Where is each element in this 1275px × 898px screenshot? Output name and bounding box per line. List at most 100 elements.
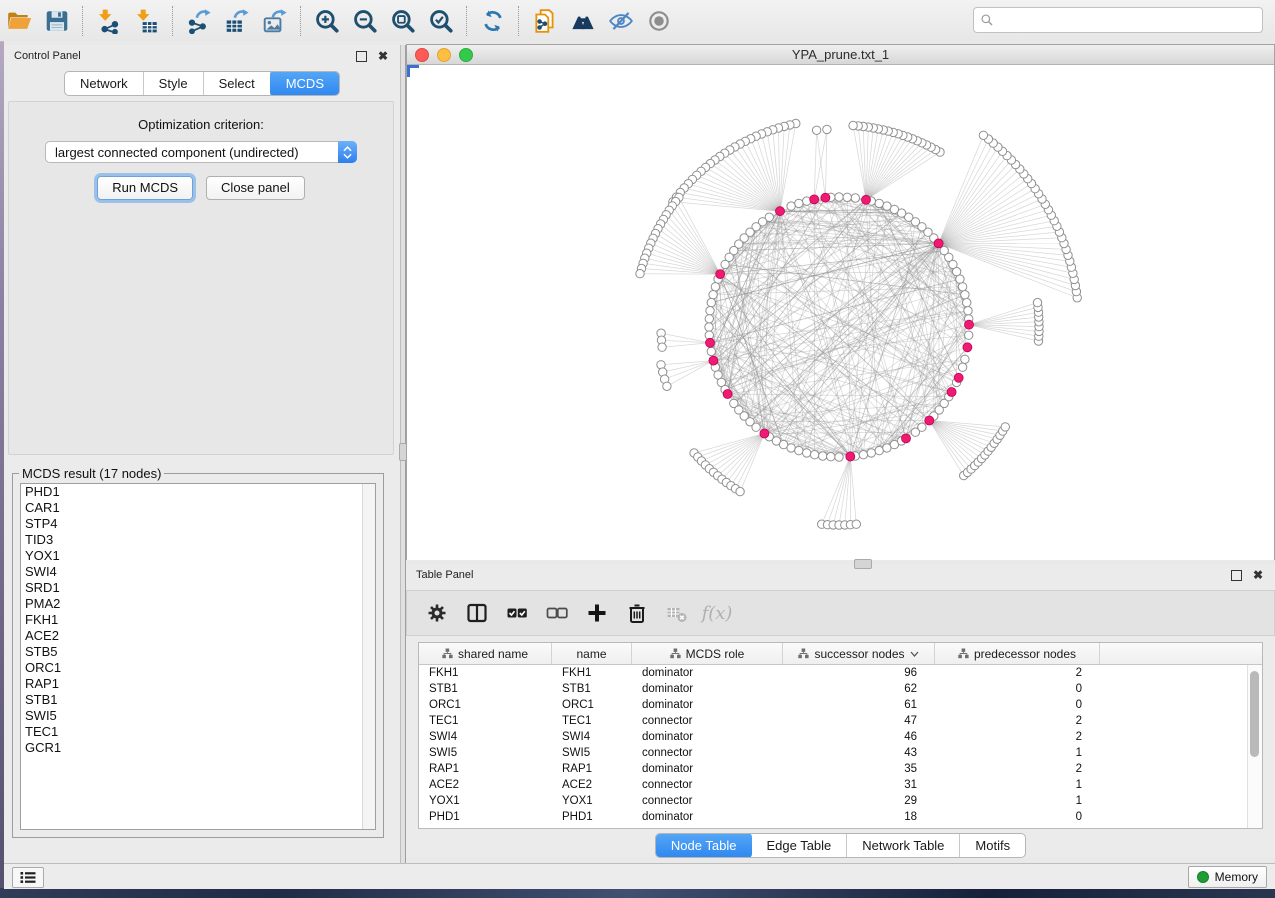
- select-all-rows-icon[interactable]: [505, 601, 529, 625]
- table-cell[interactable]: YOX1: [419, 795, 552, 807]
- table-cell[interactable]: SWI4: [552, 731, 632, 743]
- table-tab-network-table[interactable]: Network Table: [847, 834, 960, 857]
- task-history-button[interactable]: [12, 867, 44, 888]
- table-tab-edge-table[interactable]: Edge Table: [751, 834, 847, 857]
- table-cell[interactable]: FKH1: [419, 667, 552, 679]
- table-cell[interactable]: RAP1: [552, 763, 632, 775]
- table-cell[interactable]: PHD1: [552, 811, 632, 823]
- table-cell[interactable]: 61: [783, 699, 935, 711]
- table-cell[interactable]: 62: [783, 683, 935, 695]
- save-session-icon[interactable]: [40, 4, 74, 38]
- mcds-result-item[interactable]: PHD1: [21, 484, 375, 500]
- table-tab-node-table[interactable]: Node Table: [655, 833, 753, 858]
- table-cell[interactable]: dominator: [632, 699, 783, 711]
- table-cell[interactable]: 29: [783, 795, 935, 807]
- import-table-icon[interactable]: [130, 4, 164, 38]
- table-cell[interactable]: connector: [632, 779, 783, 791]
- zoom-fit-icon[interactable]: [386, 4, 420, 38]
- table-row[interactable]: FKH1FKH1dominator962: [419, 665, 1262, 681]
- export-table-icon[interactable]: [220, 4, 254, 38]
- export-network-icon[interactable]: [182, 4, 216, 38]
- close-panel-icon[interactable]: ✖: [376, 49, 390, 63]
- table-cell[interactable]: FKH1: [552, 667, 632, 679]
- unselect-all-rows-icon[interactable]: [545, 601, 569, 625]
- table-cell[interactable]: connector: [632, 747, 783, 759]
- open-file-icon[interactable]: [2, 4, 36, 38]
- float-panel-icon[interactable]: [354, 49, 368, 63]
- mcds-result-item[interactable]: STB1: [21, 692, 375, 708]
- tab-select[interactable]: Select: [204, 72, 271, 95]
- tab-style[interactable]: Style: [144, 72, 204, 95]
- table-cell[interactable]: connector: [632, 715, 783, 727]
- mcds-result-item[interactable]: STP4: [21, 516, 375, 532]
- mcds-result-item[interactable]: SRD1: [21, 580, 375, 596]
- table-cell[interactable]: dominator: [632, 811, 783, 823]
- mcds-result-item[interactable]: RAP1: [21, 676, 375, 692]
- zoom-out-icon[interactable]: [348, 4, 382, 38]
- table-cell[interactable]: 96: [783, 667, 935, 679]
- table-cell[interactable]: 43: [783, 747, 935, 759]
- table-row[interactable]: SWI5SWI5connector431: [419, 745, 1262, 761]
- column-header-name[interactable]: name: [552, 643, 632, 664]
- import-network-icon[interactable]: [92, 4, 126, 38]
- table-row[interactable]: ACE2ACE2connector311: [419, 777, 1262, 793]
- mcds-result-item[interactable]: PMA2: [21, 596, 375, 612]
- memory-button[interactable]: Memory: [1188, 866, 1267, 888]
- table-cell[interactable]: dominator: [632, 731, 783, 743]
- table-scrollbar-thumb[interactable]: [1250, 671, 1259, 757]
- hide-unselected-icon[interactable]: [604, 4, 638, 38]
- mcds-result-list[interactable]: PHD1CAR1STP4TID3YOX1SWI4SRD1PMA2FKH1ACE2…: [20, 483, 376, 830]
- mcds-result-item[interactable]: SWI4: [21, 564, 375, 580]
- table-cell[interactable]: dominator: [632, 667, 783, 679]
- horizontal-splitter-grip[interactable]: [854, 559, 872, 569]
- mcds-result-item[interactable]: ACE2: [21, 628, 375, 644]
- clone-network-icon[interactable]: [528, 4, 562, 38]
- search-box[interactable]: [973, 7, 1263, 33]
- tab-mcds[interactable]: MCDS: [270, 71, 340, 96]
- mcds-result-item[interactable]: GCR1: [21, 740, 375, 756]
- table-cell[interactable]: 2: [935, 667, 1100, 679]
- table-cell[interactable]: ACE2: [419, 779, 552, 791]
- table-cell[interactable]: SWI5: [419, 747, 552, 759]
- mcds-result-item[interactable]: ORC1: [21, 660, 375, 676]
- table-cell[interactable]: 31: [783, 779, 935, 791]
- table-cell[interactable]: 0: [935, 811, 1100, 823]
- network-graph[interactable]: [407, 65, 1274, 560]
- column-header-successor-nodes[interactable]: successor nodes: [783, 643, 935, 664]
- delete-table-icon[interactable]: [665, 601, 689, 625]
- mcds-result-item[interactable]: SWI5: [21, 708, 375, 724]
- table-cell[interactable]: STB1: [552, 683, 632, 695]
- mcds-result-item[interactable]: TEC1: [21, 724, 375, 740]
- table-cell[interactable]: SWI5: [552, 747, 632, 759]
- mcds-result-item[interactable]: CAR1: [21, 500, 375, 516]
- search-input[interactable]: [999, 12, 1262, 28]
- table-row[interactable]: ORC1ORC1dominator610: [419, 697, 1262, 713]
- network-canvas[interactable]: [407, 65, 1274, 560]
- table-cell[interactable]: PHD1: [419, 811, 552, 823]
- mcds-result-item[interactable]: FKH1: [21, 612, 375, 628]
- close-panel-button[interactable]: Close panel: [206, 176, 305, 200]
- table-cell[interactable]: 0: [935, 683, 1100, 695]
- run-mcds-button[interactable]: Run MCDS: [97, 176, 193, 200]
- float-table-panel-icon[interactable]: [1229, 568, 1243, 582]
- table-cell[interactable]: ORC1: [419, 699, 552, 711]
- table-row[interactable]: PHD1PHD1dominator180: [419, 809, 1262, 825]
- delete-rows-icon[interactable]: [625, 601, 649, 625]
- function-builder-icon[interactable]: f(x): [705, 601, 729, 625]
- table-cell[interactable]: 0: [935, 699, 1100, 711]
- zoom-in-icon[interactable]: [310, 4, 344, 38]
- table-cell[interactable]: 35: [783, 763, 935, 775]
- table-tab-motifs[interactable]: Motifs: [960, 834, 1025, 857]
- column-header-MCDS-role[interactable]: MCDS role: [632, 643, 783, 664]
- mcds-list-scrollbar[interactable]: [362, 484, 375, 829]
- table-cell[interactable]: 2: [935, 731, 1100, 743]
- table-cell[interactable]: dominator: [632, 683, 783, 695]
- table-scrollbar[interactable]: [1247, 665, 1262, 828]
- table-row[interactable]: TEC1TEC1connector472: [419, 713, 1262, 729]
- column-header-predecessor-nodes[interactable]: predecessor nodes: [935, 643, 1100, 664]
- table-settings-icon[interactable]: [425, 601, 449, 625]
- table-cell[interactable]: 46: [783, 731, 935, 743]
- table-cell[interactable]: TEC1: [552, 715, 632, 727]
- node-table[interactable]: shared namenameMCDS rolesuccessor nodesp…: [418, 642, 1263, 829]
- export-image-icon[interactable]: [258, 4, 292, 38]
